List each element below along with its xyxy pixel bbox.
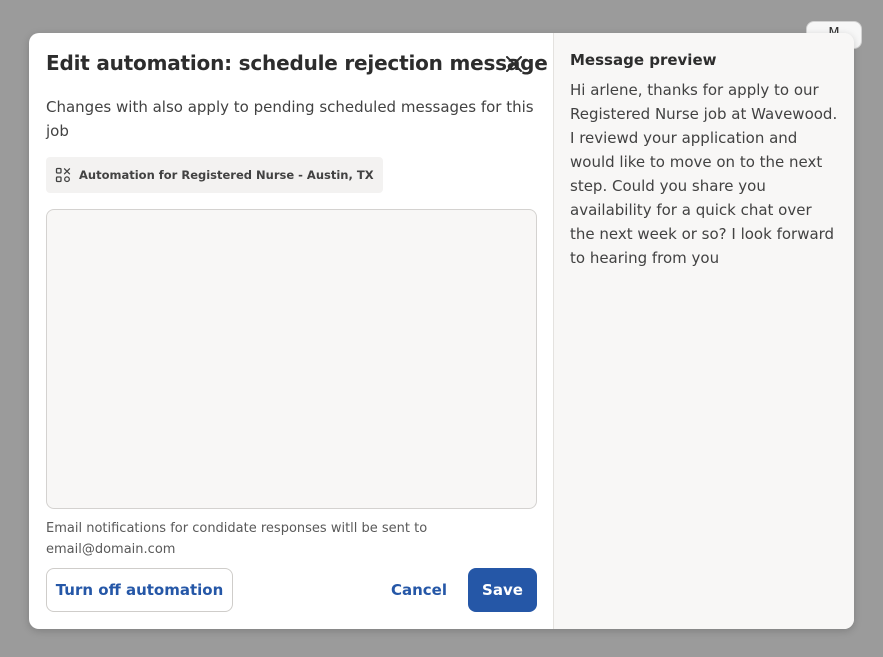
preview-body: Hi arlene, thanks for apply to our Regis… <box>570 81 838 267</box>
modal-title: Edit automation: schedule rejection mess… <box>46 51 548 75</box>
message-preview-panel: Message preview Hi arlene, thanks for ap… <box>553 33 854 629</box>
automation-chip-label: Automation for Registered Nurse - Austin… <box>79 168 374 182</box>
message-textarea[interactable] <box>46 209 537 509</box>
preview-title: Message preview <box>570 51 717 69</box>
turn-off-automation-button[interactable]: Turn off automation <box>46 568 233 612</box>
automation-chip: Automation for Registered Nurse - Austin… <box>46 157 383 193</box>
close-icon <box>506 56 522 72</box>
editor-panel: Edit automation: schedule rejection mess… <box>29 33 553 629</box>
edit-automation-modal: Edit automation: schedule rejection mess… <box>29 33 854 629</box>
cancel-button[interactable]: Cancel <box>381 568 457 612</box>
modal-subtitle: Changes with also apply to pending sched… <box>46 98 534 140</box>
automation-flow-icon <box>55 167 71 183</box>
close-button[interactable] <box>501 51 527 77</box>
notification-note: Email notifications for condidate respon… <box>46 521 428 557</box>
save-button[interactable]: Save <box>468 568 537 612</box>
